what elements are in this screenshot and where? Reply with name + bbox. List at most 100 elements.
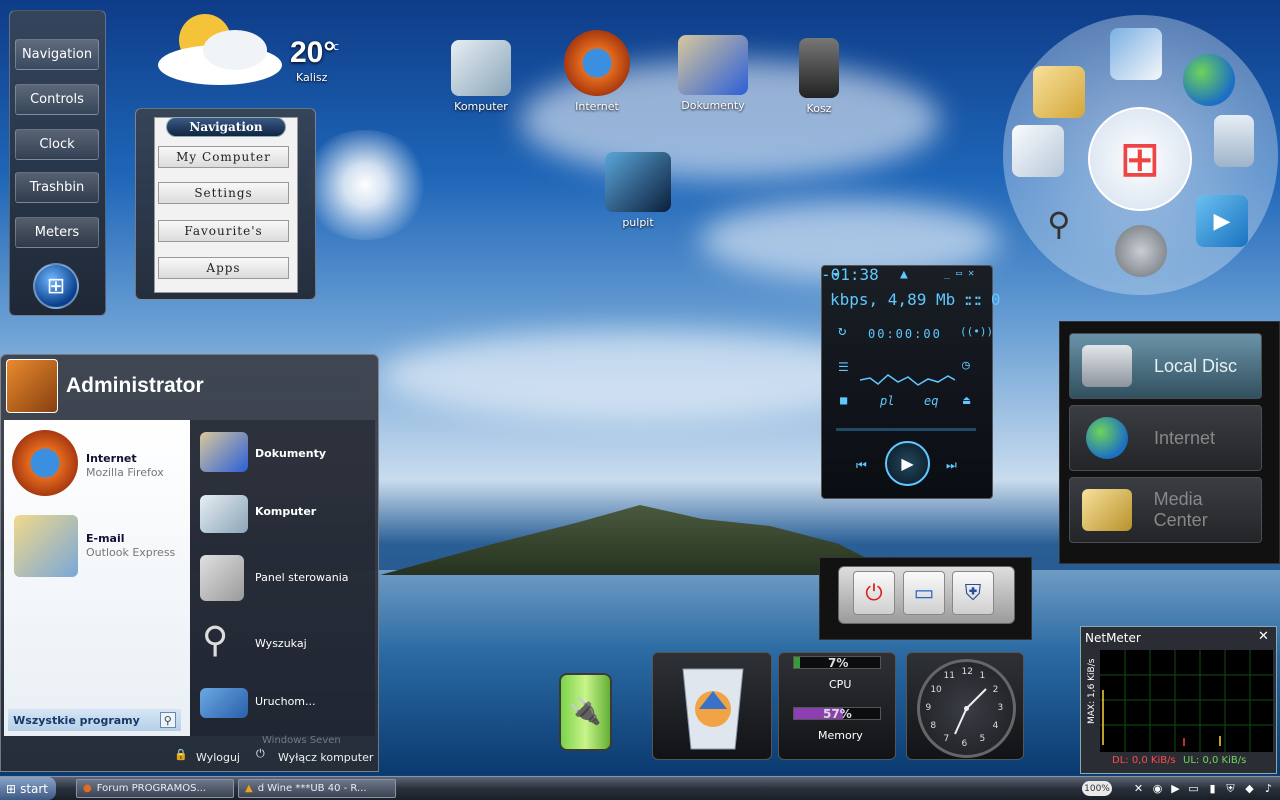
cpu-bar-fill xyxy=(794,657,801,668)
nav-my-computer-button[interactable]: My Computer xyxy=(158,146,289,168)
computer-icon xyxy=(451,40,511,96)
sidebar-item-meters[interactable]: Meters xyxy=(15,217,99,248)
player-remaining-time: -01:38 xyxy=(821,265,879,284)
tray-chart-icon[interactable]: ▮ xyxy=(1205,781,1220,796)
sidebar-item-clock[interactable]: Clock xyxy=(15,129,99,160)
netmeter-max: MAX: 1,6 KiB/s xyxy=(1087,658,1097,724)
search-icon[interactable]: ⚲ xyxy=(202,620,244,668)
desktop-icon-label: Komputer xyxy=(454,100,508,113)
netmeter-graph xyxy=(1100,650,1273,752)
quick-launch-internet[interactable]: Internet xyxy=(1069,405,1262,471)
desktop-icon-kosz[interactable]: Kosz xyxy=(779,38,859,115)
sidebar-item-trashbin[interactable]: Trashbin xyxy=(15,172,99,203)
nav-settings-button[interactable]: Settings xyxy=(158,182,289,204)
shutdown-button[interactable]: Wyłącz komputer xyxy=(278,751,373,764)
tray-zoom-level[interactable]: 100% xyxy=(1082,781,1112,796)
start-menu-computer[interactable]: Komputer xyxy=(255,505,316,518)
tray-network-icon[interactable]: ◉ xyxy=(1150,781,1165,796)
power-off-icon[interactable]: ⏻ xyxy=(853,571,895,615)
cpu-label: CPU xyxy=(829,678,852,691)
all-programs-button[interactable]: Wszystkie programy ⚲ xyxy=(8,709,181,731)
user-avatar[interactable] xyxy=(6,359,58,413)
quick-launch-label: Internet xyxy=(1154,427,1216,448)
sidebar-item-controls[interactable]: Controls xyxy=(15,84,99,115)
tray-media-icon[interactable]: ▶ xyxy=(1168,781,1183,796)
quick-launch-local-disc[interactable]: Local Disc xyxy=(1069,333,1262,399)
media-folder-icon xyxy=(1082,489,1132,531)
start-menu-internet-title[interactable]: Internet xyxy=(86,452,137,465)
lock-screen-icon[interactable]: ▭ xyxy=(903,571,945,615)
nav-apps-button[interactable]: Apps xyxy=(158,257,289,279)
navigation-panel-title: Navigation xyxy=(166,117,286,137)
firefox-icon: ● xyxy=(83,783,92,794)
desktop-icon-dokumenty[interactable]: Dokumenty xyxy=(673,35,753,112)
nav-favourites-button[interactable]: Favourite's xyxy=(158,220,289,242)
tray-volume-icon[interactable]: ♪ xyxy=(1261,781,1276,796)
globe-icon[interactable] xyxy=(1183,54,1235,106)
trash-icon xyxy=(799,38,839,98)
computer-icon[interactable] xyxy=(200,495,248,533)
sidebar-item-navigation[interactable]: Navigation xyxy=(15,39,99,70)
folder-icon[interactable] xyxy=(1033,66,1085,118)
start-menu-watermark: Windows Seven xyxy=(262,735,341,746)
memory-value: 57% xyxy=(823,707,852,721)
search-icon[interactable]: ⚲ xyxy=(1033,198,1085,250)
netmeter-upload: UL: 0,0 KiB/s xyxy=(1183,755,1247,766)
start-menu-run[interactable]: Uruchom... xyxy=(255,695,316,708)
documents-icon xyxy=(678,35,748,95)
start-menu-control-panel[interactable]: Panel sterowania xyxy=(255,571,349,584)
media-player-icon[interactable]: ▶ xyxy=(1196,195,1248,247)
run-icon[interactable] xyxy=(200,688,248,718)
taskbar-item-label: Forum PROGRAMOS... xyxy=(96,783,206,794)
hard-disk-icon xyxy=(1082,345,1132,387)
tray-antivirus-icon[interactable]: ⛨ xyxy=(1223,781,1238,796)
desktop-display-icon xyxy=(605,152,671,212)
shield-icon[interactable]: ⛨ xyxy=(952,571,994,615)
taskbar-item-winamp[interactable]: ▲ d Wine ***UB 40 - R... xyxy=(238,779,396,798)
globe-icon xyxy=(1086,417,1128,459)
desktop-icon-label: pulpit xyxy=(622,216,654,229)
outlook-express-icon[interactable] xyxy=(14,515,78,577)
weather-temperature: 20° xyxy=(290,36,336,69)
player-seek-bar[interactable] xyxy=(836,428,976,431)
film-reel-icon[interactable] xyxy=(1115,225,1167,277)
control-panel-icon[interactable] xyxy=(200,555,244,601)
start-menu-username: Administrator xyxy=(66,374,204,397)
start-button[interactable]: ⊞ start xyxy=(0,777,56,800)
player-visualizer xyxy=(860,374,955,386)
tray-close-icon[interactable]: ✕ xyxy=(1131,781,1146,796)
search-icon[interactable]: ⚲ xyxy=(159,712,176,728)
weather-city: Kalisz xyxy=(296,71,328,84)
play-button[interactable]: ▶ xyxy=(885,441,930,486)
taskbar-item-forum[interactable]: ● Forum PROGRAMOS... xyxy=(76,779,234,798)
start-button-label: start xyxy=(20,781,49,796)
start-menu-email-title[interactable]: E-mail xyxy=(86,532,125,545)
desktop-icon-internet[interactable]: Internet xyxy=(557,30,637,113)
start-menu-internet-subtitle: Mozilla Firefox xyxy=(86,466,164,479)
sun-glow xyxy=(300,130,430,240)
desktop-icon-pulpit[interactable]: pulpit xyxy=(598,152,678,229)
desktop-icon-label: Internet xyxy=(575,100,619,113)
windows-orb-icon[interactable]: ⊞ xyxy=(33,263,79,309)
logoff-button[interactable]: Wyloguj xyxy=(196,751,240,764)
start-menu-documents[interactable]: Dokumenty xyxy=(255,447,326,460)
netmeter-title: NetMeter xyxy=(1085,631,1141,645)
documents-icon[interactable] xyxy=(200,432,248,472)
windows-logo-icon[interactable]: ⊞ xyxy=(1088,107,1192,211)
recycle-bin-icon[interactable] xyxy=(1214,115,1254,167)
tray-app-icon[interactable]: ◆ xyxy=(1242,781,1257,796)
control-panel-icon[interactable] xyxy=(1012,125,1064,177)
mail-icon[interactable] xyxy=(1110,28,1162,80)
windows-flag-icon: ⊞ xyxy=(6,781,17,796)
clock-hands xyxy=(954,688,987,735)
start-menu-search[interactable]: Wyszukaj xyxy=(255,637,307,650)
desktop-icon-komputer[interactable]: Komputer xyxy=(441,40,521,113)
tray-display-icon[interactable]: ▭ xyxy=(1186,781,1201,796)
quick-launch-label: Media Center xyxy=(1153,489,1208,530)
lock-icon: 🔒 xyxy=(174,748,188,761)
recycle-bin-gadget[interactable] xyxy=(652,652,772,760)
recycle-bin-icon xyxy=(682,668,744,750)
quick-launch-media-center[interactable]: Media Center xyxy=(1069,477,1262,543)
firefox-icon[interactable] xyxy=(12,430,78,496)
netmeter-close-icon[interactable]: ✕ xyxy=(1258,629,1269,644)
